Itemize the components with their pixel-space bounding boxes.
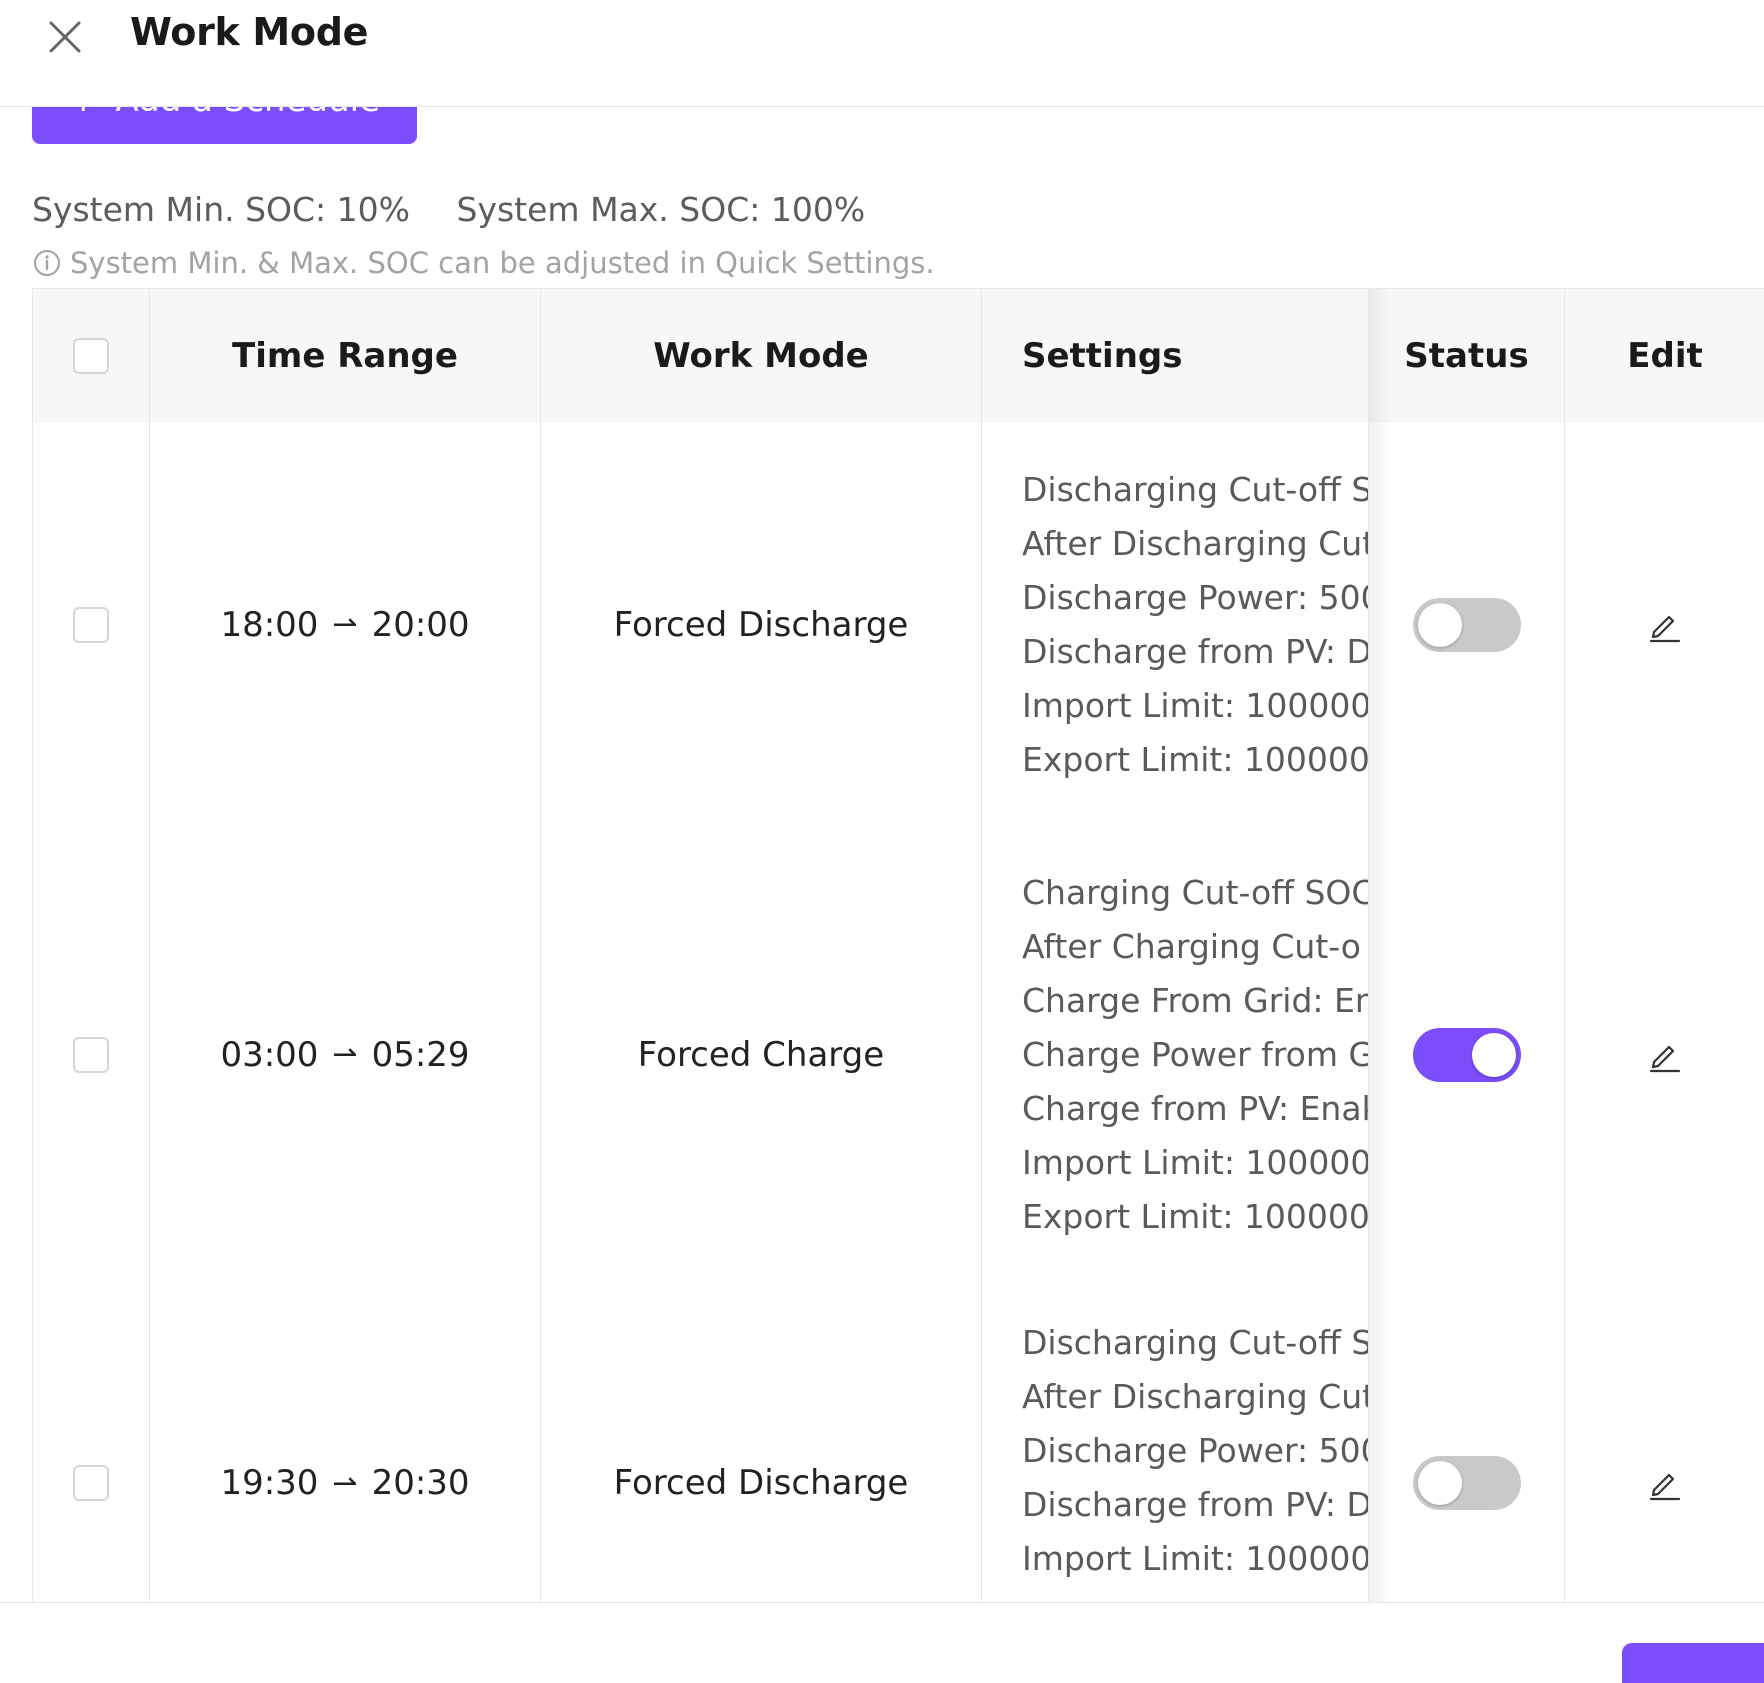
info-icon bbox=[34, 250, 60, 276]
table-row: 03:00 ⇀ 05:29 Forced Charge Charging Cut… bbox=[33, 826, 1764, 1284]
work-mode-cell: Forced Discharge bbox=[541, 1283, 982, 1604]
time-start: 19:30 bbox=[220, 1463, 319, 1503]
table-row: 19:30 ⇀ 20:30 Forced Discharge Dischargi… bbox=[33, 1283, 1764, 1604]
time-end: 20:00 bbox=[371, 604, 470, 645]
work-mode-cell: Forced Charge bbox=[541, 826, 982, 1283]
setting-line: Import Limit: 100000 bbox=[1022, 1142, 1369, 1182]
edit-cell bbox=[1565, 826, 1764, 1283]
status-cell bbox=[1369, 423, 1565, 826]
min-soc: System Min. SOC: 10% bbox=[32, 190, 411, 229]
settings-cell: Discharging Cut-off S After Discharging … bbox=[982, 1283, 1369, 1604]
time-range-cell: 19:30 ⇀ 20:30 bbox=[150, 1283, 541, 1604]
edit-icon[interactable] bbox=[1647, 1465, 1683, 1501]
max-soc: System Max. SOC: 100% bbox=[456, 190, 866, 229]
select-all-checkbox[interactable] bbox=[73, 338, 109, 374]
header-settings: Settings bbox=[982, 289, 1369, 423]
time-range-cell: 18:00 ⇀ 20:00 bbox=[150, 423, 541, 826]
setting-line: After Discharging Cut bbox=[1022, 1377, 1369, 1416]
setting-line: Import Limit: 100000 bbox=[1022, 1539, 1369, 1578]
setting-line: Export Limit: 100000 bbox=[1022, 1196, 1369, 1236]
setting-line: Discharging Cut-off S bbox=[1022, 469, 1369, 509]
setting-line: Export Limit: 100000 bbox=[1022, 739, 1369, 779]
header-work-mode: Work Mode bbox=[541, 289, 982, 423]
edit-icon[interactable] bbox=[1647, 607, 1683, 643]
time-end: 20:30 bbox=[371, 1463, 470, 1503]
settings-cell: Charging Cut-off SOC After Charging Cut-… bbox=[982, 826, 1369, 1283]
setting-line: Discharging Cut-off S bbox=[1022, 1323, 1369, 1362]
header-status: Status bbox=[1369, 289, 1565, 423]
arrow-right-icon: ⇀ bbox=[332, 1465, 358, 1501]
table-row: 18:00 ⇀ 20:00 Forced Discharge Dischargi… bbox=[33, 423, 1764, 827]
time-start: 03:00 bbox=[220, 1034, 319, 1075]
settings-cell: Discharging Cut-off S After Discharging … bbox=[982, 423, 1369, 826]
close-button[interactable] bbox=[40, 12, 90, 62]
status-toggle[interactable] bbox=[1412, 1027, 1521, 1082]
edit-icon[interactable] bbox=[1647, 1037, 1683, 1073]
row-checkbox[interactable] bbox=[73, 1036, 109, 1073]
setting-line: Import Limit: 100000 bbox=[1022, 685, 1369, 725]
setting-line: Charge from PV: Enak bbox=[1022, 1088, 1369, 1128]
header-edit: Edit bbox=[1627, 336, 1703, 376]
table-header: Time Range Work Mode Settings Status Edi… bbox=[33, 289, 1764, 424]
row-checkbox[interactable] bbox=[73, 1465, 109, 1501]
status-cell bbox=[1369, 1283, 1565, 1604]
setting-line: After Charging Cut-o bbox=[1022, 926, 1361, 966]
footer-primary-button[interactable] bbox=[1622, 1643, 1764, 1683]
status-cell bbox=[1369, 826, 1565, 1283]
soc-summary: System Min. SOC: 10% System Max. SOC: 10… bbox=[32, 190, 901, 229]
setting-line: Discharge from PV: D bbox=[1022, 631, 1369, 671]
schedule-table: Time Range Work Mode Settings Status Edi… bbox=[32, 288, 1764, 1605]
header-checkbox-cell bbox=[33, 289, 150, 423]
time-end: 05:29 bbox=[371, 1034, 470, 1075]
page-title: Work Mode bbox=[130, 10, 369, 54]
setting-line: Charge Power from G bbox=[1022, 1034, 1369, 1074]
setting-line: Discharge Power: 500 bbox=[1022, 1431, 1369, 1470]
dialog-footer bbox=[0, 1602, 1764, 1683]
status-toggle[interactable] bbox=[1412, 597, 1521, 652]
time-start: 18:00 bbox=[220, 604, 319, 645]
row-checkbox[interactable] bbox=[73, 606, 109, 643]
setting-line: Discharge from PV: D bbox=[1022, 1485, 1369, 1524]
setting-line: Charge From Grid: En bbox=[1022, 980, 1369, 1020]
setting-line: After Discharging Cut bbox=[1022, 523, 1369, 563]
time-range-cell: 03:00 ⇀ 05:29 bbox=[150, 826, 541, 1283]
work-mode-cell: Forced Discharge bbox=[541, 423, 982, 826]
status-toggle[interactable] bbox=[1412, 1456, 1521, 1510]
dialog-header: Work Mode bbox=[0, 0, 1764, 107]
setting-line: Discharge Power: 500 bbox=[1022, 577, 1369, 617]
close-icon bbox=[49, 21, 81, 53]
header-time-range: Time Range bbox=[150, 289, 541, 423]
setting-line: Charging Cut-off SOC bbox=[1022, 872, 1369, 912]
edit-cell bbox=[1565, 1283, 1764, 1604]
arrow-right-icon: ⇀ bbox=[332, 607, 358, 642]
arrow-right-icon: ⇀ bbox=[332, 1037, 358, 1072]
soc-hint: System Min. & Max. SOC can be adjusted i… bbox=[32, 246, 935, 280]
soc-hint-text: System Min. & Max. SOC can be adjusted i… bbox=[70, 246, 935, 280]
edit-cell bbox=[1565, 423, 1764, 826]
